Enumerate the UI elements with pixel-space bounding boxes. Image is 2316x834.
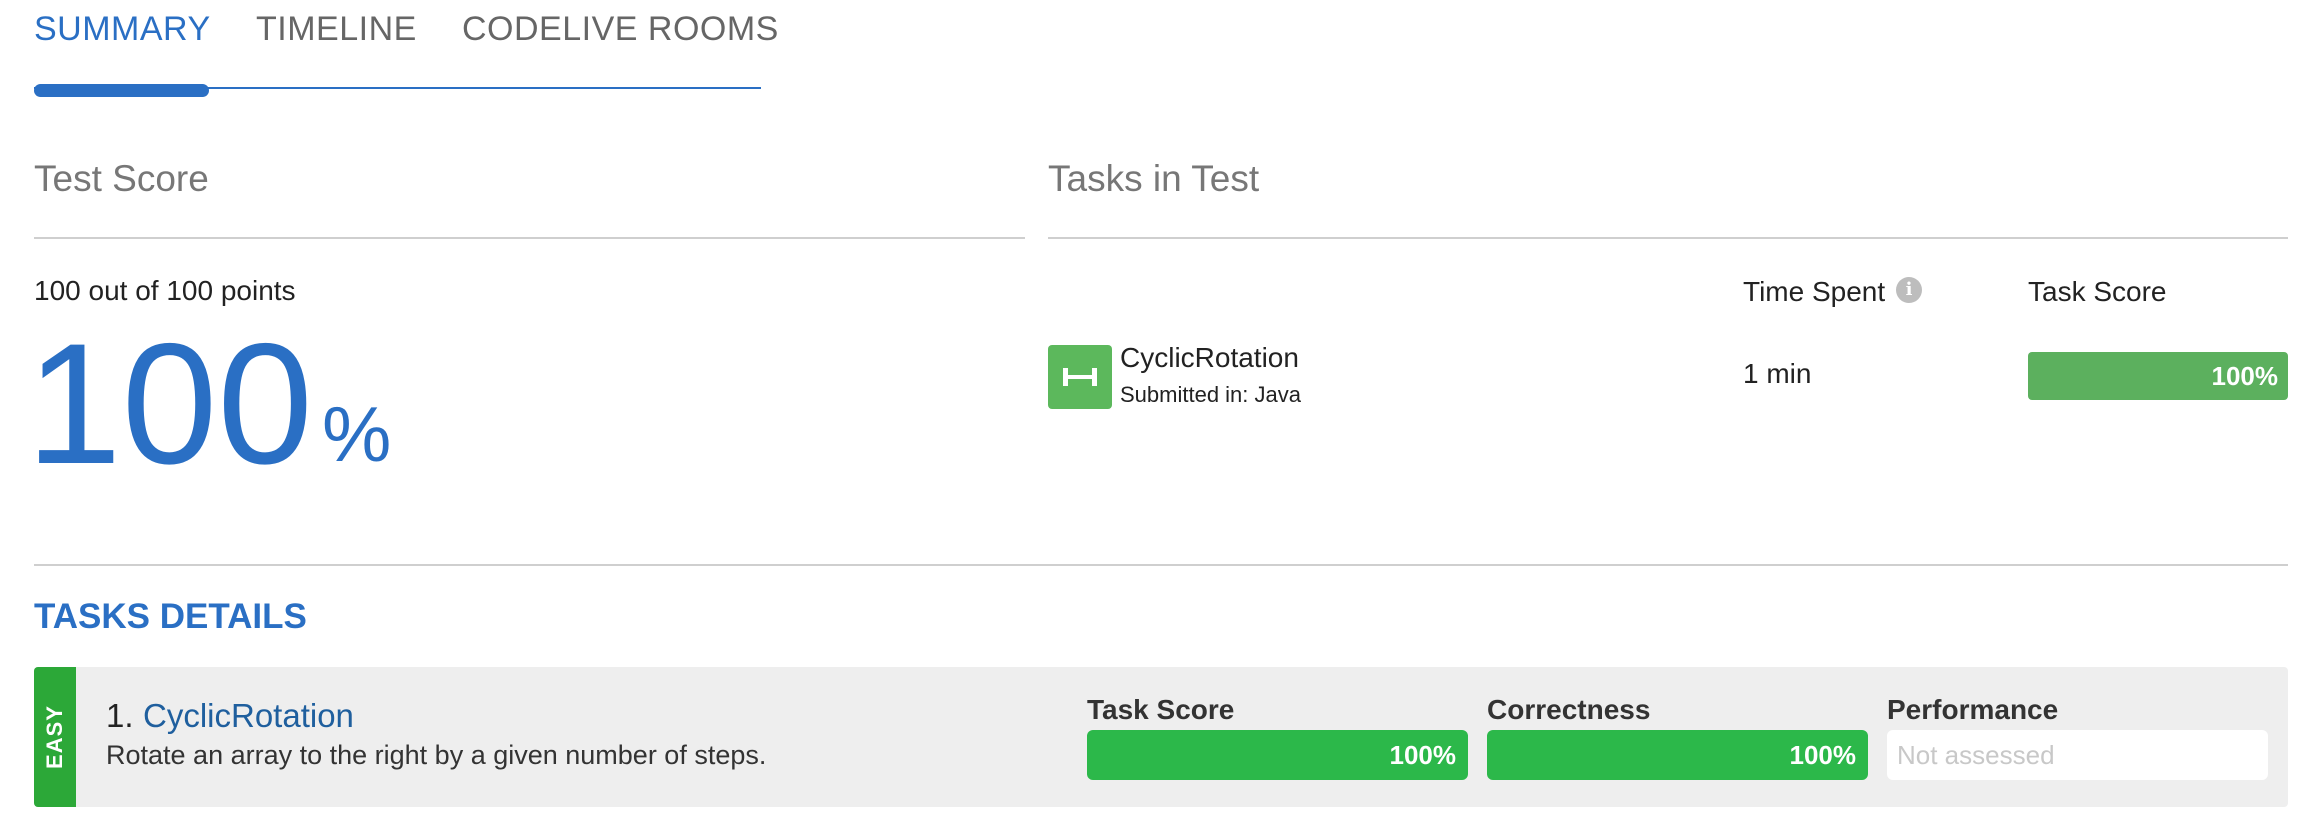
score-percent-sign: % <box>322 390 392 478</box>
divider <box>34 564 2288 566</box>
metric-label-performance: Performance <box>1887 694 2059 725</box>
tasks-details-title: TASKS DETAILS <box>34 597 307 636</box>
test-score-title: Test Score <box>34 158 209 199</box>
divider <box>34 237 1025 239</box>
task-score-bar: 100% <box>2028 352 2288 400</box>
metric-label-correctness: Correctness <box>1487 694 1651 725</box>
tasks-in-test-title: Tasks in Test <box>1048 158 1260 199</box>
correctness-metric-bar: 100% <box>1487 730 1868 780</box>
difficulty-label: EASY <box>42 705 67 769</box>
task-name: CyclicRotation <box>1120 342 1299 373</box>
task-name-link[interactable]: CyclicRotation <box>143 697 354 735</box>
divider <box>1048 237 2288 239</box>
tab-codelive-rooms[interactable]: CODELIVE ROOMS <box>462 10 779 49</box>
performance-metric-bar: Not assessed <box>1887 730 2268 780</box>
task-score-metric-bar: 100% <box>1087 730 1468 780</box>
dumbbell-icon <box>1048 345 1112 409</box>
task-submitted-language: Submitted in: Java <box>1120 382 1301 407</box>
info-icon[interactable]: i <box>1896 277 1922 303</box>
task-score-header: Task Score <box>2028 276 2167 307</box>
task-description: Rotate an array to the right by a given … <box>106 740 767 770</box>
time-spent-value: 1 min <box>1743 358 1812 389</box>
difficulty-badge: EASY <box>34 667 76 807</box>
points-text: 100 out of 100 points <box>34 275 296 306</box>
tab-summary[interactable]: SUMMARY <box>34 10 211 49</box>
time-spent-header: Time Spent <box>1743 276 1886 307</box>
metric-label-task-score: Task Score <box>1087 694 1235 725</box>
task-number: 1. <box>106 697 134 734</box>
tab-timeline[interactable]: TIMELINE <box>256 10 417 49</box>
active-tab-indicator <box>34 84 209 97</box>
score-percent-value: 100 <box>26 308 313 500</box>
